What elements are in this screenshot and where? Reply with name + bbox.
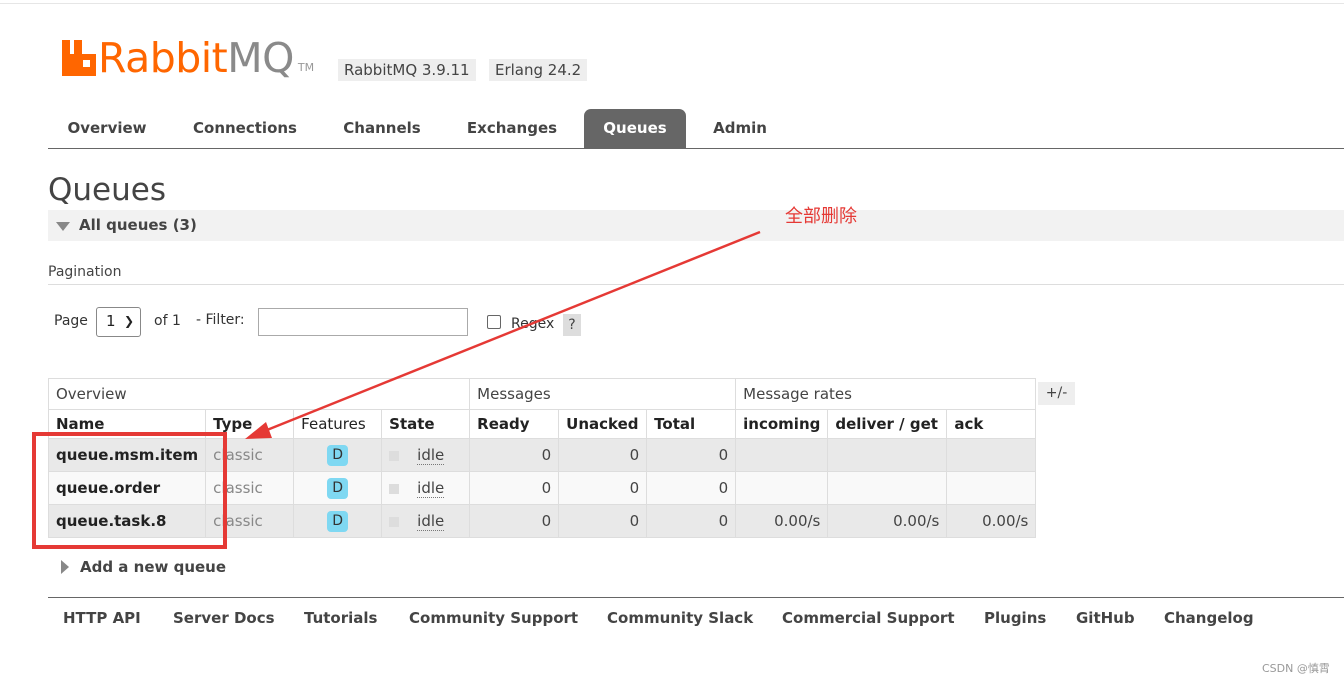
group-header-message-rates: Message rates bbox=[735, 378, 1037, 410]
filter-label: - Filter: bbox=[196, 312, 245, 328]
queue-features: D bbox=[293, 504, 383, 538]
state-label: idle bbox=[417, 512, 445, 531]
column-header-total[interactable]: Total bbox=[646, 409, 737, 439]
top-divider bbox=[0, 3, 1344, 4]
ready-count: 0 bbox=[469, 471, 560, 505]
page-label: Page bbox=[54, 313, 88, 329]
add-new-queue-toggle[interactable]: Add a new queue bbox=[80, 558, 226, 576]
queue-state: idle bbox=[381, 438, 471, 472]
group-header-messages: Messages bbox=[469, 378, 737, 410]
all-queues-label: All queues (3) bbox=[79, 216, 197, 234]
column-header-ready[interactable]: Ready bbox=[469, 409, 560, 439]
regex-help-button[interactable]: ? bbox=[563, 314, 581, 336]
queue-features: D bbox=[293, 471, 383, 505]
footer-link-github[interactable]: GitHub bbox=[1076, 609, 1135, 627]
erlang-version: Erlang 24.2 bbox=[489, 59, 588, 81]
incoming-rate bbox=[735, 438, 829, 472]
deliver-get-rate bbox=[827, 471, 948, 505]
tab-admin[interactable]: Admin bbox=[700, 109, 780, 148]
page-select-value: 1 bbox=[106, 312, 116, 330]
pagination-divider bbox=[48, 284, 1344, 285]
durable-badge: D bbox=[327, 510, 349, 532]
collapse-triangle-icon bbox=[56, 222, 70, 231]
total-count: 0 bbox=[646, 504, 737, 538]
column-header-deliver-get[interactable]: deliver / get bbox=[827, 409, 948, 439]
state-label: idle bbox=[417, 446, 445, 465]
page-count-label: of 1 bbox=[154, 313, 181, 329]
footer-link-changelog[interactable]: Changelog bbox=[1164, 609, 1254, 627]
durable-badge: D bbox=[327, 444, 349, 466]
tab-connections[interactable]: Connections bbox=[180, 109, 310, 148]
column-header-ack[interactable]: ack bbox=[946, 409, 1037, 439]
page-title: Queues bbox=[48, 172, 166, 208]
annotation-label: 全部删除 bbox=[785, 206, 857, 227]
column-header-unacked[interactable]: Unacked bbox=[558, 409, 648, 439]
ready-count: 0 bbox=[469, 504, 560, 538]
annotation-highlight-box bbox=[32, 432, 227, 549]
state-indicator-icon bbox=[389, 483, 400, 494]
all-queues-section-toggle[interactable]: All queues (3) bbox=[48, 210, 1344, 241]
filter-input[interactable] bbox=[258, 308, 468, 336]
total-count: 0 bbox=[646, 438, 737, 472]
ack-rate: 0.00/s bbox=[946, 504, 1037, 538]
logo-text: RabbitMQ bbox=[98, 34, 294, 82]
queue-features: D bbox=[293, 438, 383, 472]
durable-badge: D bbox=[327, 477, 349, 499]
pagination-label: Pagination bbox=[48, 264, 122, 280]
footer-link-community-support[interactable]: Community Support bbox=[409, 609, 578, 627]
rabbitmq-version: RabbitMQ 3.9.11 bbox=[338, 59, 476, 81]
incoming-rate bbox=[735, 471, 829, 505]
page-select[interactable]: 1 ❯ bbox=[96, 307, 141, 337]
watermark: CSDN @慎霄 bbox=[1262, 662, 1330, 675]
rabbitmq-logo-icon bbox=[62, 40, 96, 76]
tab-queues[interactable]: Queues bbox=[584, 109, 686, 148]
footer-link-http-api[interactable]: HTTP API bbox=[63, 609, 141, 627]
tab-exchanges[interactable]: Exchanges bbox=[454, 109, 570, 148]
ack-rate bbox=[946, 471, 1037, 505]
queue-state: idle bbox=[381, 471, 471, 505]
state-indicator-icon bbox=[389, 516, 400, 527]
rabbitmq-logo[interactable]: RabbitMQ TM bbox=[62, 36, 314, 80]
footer-link-commercial-support[interactable]: Commercial Support bbox=[782, 609, 955, 627]
unacked-count: 0 bbox=[558, 471, 648, 505]
deliver-get-rate bbox=[827, 438, 948, 472]
toggle-columns-button[interactable]: +/- bbox=[1038, 382, 1075, 405]
footer-link-server-docs[interactable]: Server Docs bbox=[173, 609, 275, 627]
column-header-state[interactable]: State bbox=[381, 409, 471, 439]
group-header-overview: Overview bbox=[47, 378, 471, 410]
state-label: idle bbox=[417, 479, 445, 498]
unacked-count: 0 bbox=[558, 438, 648, 472]
footer-divider bbox=[48, 597, 1344, 598]
regex-label: Regex bbox=[511, 316, 555, 332]
incoming-rate: 0.00/s bbox=[735, 504, 829, 538]
queue-state: idle bbox=[381, 504, 471, 538]
ready-count: 0 bbox=[469, 438, 560, 472]
ack-rate bbox=[946, 438, 1037, 472]
tab-overview[interactable]: Overview bbox=[54, 109, 160, 148]
chevron-down-icon: ❯ bbox=[123, 314, 134, 328]
footer-link-plugins[interactable]: Plugins bbox=[984, 609, 1046, 627]
annotation-arrow-icon bbox=[245, 230, 761, 439]
column-header-features[interactable]: Features bbox=[293, 409, 383, 439]
deliver-get-rate: 0.00/s bbox=[827, 504, 948, 538]
logo-trademark: TM bbox=[297, 61, 315, 74]
footer-link-community-slack[interactable]: Community Slack bbox=[607, 609, 753, 627]
expand-triangle-icon bbox=[61, 560, 69, 574]
total-count: 0 bbox=[646, 471, 737, 505]
footer-link-tutorials[interactable]: Tutorials bbox=[304, 609, 377, 627]
tab-channels[interactable]: Channels bbox=[330, 109, 434, 148]
main-nav-tabs: Overview Connections Channels Exchanges … bbox=[48, 109, 1344, 149]
unacked-count: 0 bbox=[558, 504, 648, 538]
column-header-incoming[interactable]: incoming bbox=[735, 409, 829, 439]
regex-checkbox[interactable] bbox=[487, 315, 501, 329]
state-indicator-icon bbox=[389, 450, 400, 461]
